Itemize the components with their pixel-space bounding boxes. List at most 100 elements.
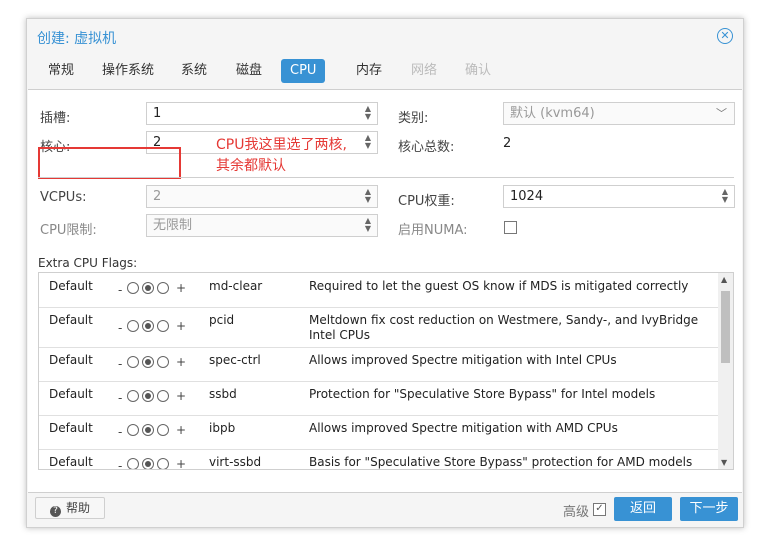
dialog-titlebar: 创建: 虚拟机 ✕ bbox=[27, 19, 743, 55]
chevron-down-icon[interactable]: ﹀ bbox=[716, 103, 727, 124]
flag-description: Required to let the guest OS know if MDS… bbox=[309, 279, 689, 293]
minus-label: - bbox=[118, 321, 123, 335]
sockets-value: 1 bbox=[153, 106, 162, 121]
radio-off[interactable] bbox=[127, 282, 139, 294]
help-label: 帮助 bbox=[65, 501, 90, 515]
flag-default: Default bbox=[49, 387, 93, 401]
radio-default[interactable] bbox=[142, 458, 154, 469]
scroll-down-icon[interactable]: ▼ bbox=[721, 458, 727, 467]
tab-confirm: 确认 bbox=[465, 63, 492, 78]
tab-memory[interactable]: 内存 bbox=[347, 59, 391, 83]
flag-name: spec-ctrl bbox=[209, 353, 261, 367]
close-icon[interactable]: ✕ bbox=[717, 28, 733, 44]
cpu-panel: 插槽: 1 ▲ ▼ 类别: 默认 (kvm64) ﹀ 核心: 2 ▲ ▼ 核心总数:… bbox=[28, 89, 742, 493]
cpu-limit-value: 无限制 bbox=[153, 218, 193, 233]
flag-state-selector[interactable]: - + bbox=[118, 319, 198, 335]
table-row: Default - + virt-ssbd Basis for "Specula… bbox=[39, 449, 719, 470]
tab-disk[interactable]: 磁盘 bbox=[227, 59, 271, 83]
dialog-footer: ? 帮助 高级 ✓ 返回 下一步 bbox=[27, 493, 743, 527]
flag-state-selector[interactable]: - + bbox=[118, 389, 198, 405]
radio-default[interactable] bbox=[142, 356, 154, 368]
section-divider bbox=[38, 177, 734, 178]
grid-scrollbar[interactable]: ▲ ▼ bbox=[718, 273, 733, 469]
radio-default[interactable] bbox=[142, 424, 154, 436]
table-row: Default - + ibpb Allows improved Spectre… bbox=[39, 415, 719, 450]
question-icon: ? bbox=[49, 506, 61, 517]
plus-label: + bbox=[176, 281, 187, 295]
radio-on[interactable] bbox=[157, 390, 169, 402]
type-combobox[interactable]: 默认 (kvm64) ﹀ bbox=[503, 102, 735, 125]
annotation-line-1: CPU我这里选了两核, bbox=[216, 137, 347, 153]
flag-default: Default bbox=[49, 279, 93, 293]
flag-name: pcid bbox=[209, 313, 235, 327]
flag-default: Default bbox=[49, 421, 93, 435]
create-vm-dialog: 创建: 虚拟机 ✕ 常规 操作系统 系统 磁盘 CPU 内存 网络 确认 插槽:… bbox=[26, 18, 744, 528]
cpu-limit-spinner[interactable]: 无限制 ▲ ▼ bbox=[146, 214, 378, 237]
spinner-arrows-icon[interactable]: ▲ ▼ bbox=[363, 188, 373, 205]
plus-label: + bbox=[176, 319, 187, 333]
tab-os[interactable]: 操作系统 bbox=[93, 59, 163, 83]
spinner-arrows-icon[interactable]: ▲ ▼ bbox=[363, 105, 373, 122]
cpu-flags-grid: Default - + md-clear Required to let the… bbox=[38, 272, 734, 470]
radio-on[interactable] bbox=[157, 282, 169, 294]
flag-state-selector[interactable]: - + bbox=[118, 457, 198, 470]
radio-on[interactable] bbox=[157, 458, 169, 469]
cpu-units-spinner[interactable]: 1024 ▲ ▼ bbox=[503, 185, 735, 208]
radio-off[interactable] bbox=[127, 458, 139, 469]
table-row: Default - + pcid Meltdown fix cost reduc… bbox=[39, 307, 719, 348]
flag-name: ssbd bbox=[209, 387, 237, 401]
type-label: 类别: bbox=[398, 111, 429, 126]
scrollbar-thumb[interactable] bbox=[721, 291, 730, 363]
radio-off[interactable] bbox=[127, 390, 139, 402]
flag-state-selector[interactable]: - + bbox=[118, 355, 198, 371]
radio-on[interactable] bbox=[157, 320, 169, 332]
tab-cpu[interactable]: CPU bbox=[281, 59, 326, 83]
flag-description: Basis for "Speculative Store Bypass" pro… bbox=[309, 455, 693, 469]
minus-label: - bbox=[118, 391, 123, 405]
vcpus-spinner[interactable]: 2 ▲ ▼ bbox=[146, 185, 378, 208]
spinner-arrows-icon[interactable]: ▲ ▼ bbox=[720, 188, 730, 205]
flag-default: Default bbox=[49, 455, 93, 469]
table-row: Default - + md-clear Required to let the… bbox=[39, 273, 719, 308]
radio-off[interactable] bbox=[127, 424, 139, 436]
radio-default[interactable] bbox=[142, 390, 154, 402]
tab-system[interactable]: 系统 bbox=[172, 59, 216, 83]
plus-label: + bbox=[176, 423, 187, 437]
cpu-limit-label: CPU限制: bbox=[40, 223, 97, 238]
total-cores-label: 核心总数: bbox=[398, 140, 455, 155]
table-row: Default - + ssbd Protection for "Specula… bbox=[39, 381, 719, 416]
advanced-checkbox[interactable]: ✓ bbox=[593, 503, 606, 516]
flag-name: ibpb bbox=[209, 421, 236, 435]
flag-default: Default bbox=[49, 353, 93, 367]
flag-description: Allows improved Spectre mitigation with … bbox=[309, 421, 618, 435]
radio-off[interactable] bbox=[127, 356, 139, 368]
flag-state-selector[interactable]: - + bbox=[118, 281, 198, 297]
flag-state-selector[interactable]: - + bbox=[118, 423, 198, 439]
radio-default[interactable] bbox=[142, 320, 154, 332]
flag-description: Meltdown fix cost reduction on Westmere,… bbox=[309, 313, 699, 342]
type-value: 默认 (kvm64) bbox=[510, 106, 595, 121]
radio-off[interactable] bbox=[127, 320, 139, 332]
radio-default[interactable] bbox=[142, 282, 154, 294]
spinner-arrows-icon[interactable]: ▲ ▼ bbox=[363, 134, 373, 151]
numa-checkbox[interactable] bbox=[504, 221, 517, 234]
radio-on[interactable] bbox=[157, 356, 169, 368]
sockets-label: 插槽: bbox=[40, 111, 71, 126]
flag-name: virt-ssbd bbox=[209, 455, 262, 469]
next-button[interactable]: 下一步 bbox=[680, 497, 738, 521]
help-button[interactable]: ? 帮助 bbox=[35, 497, 105, 519]
total-cores-value: 2 bbox=[503, 136, 512, 151]
back-button[interactable]: 返回 bbox=[614, 497, 672, 521]
scroll-up-icon[interactable]: ▲ bbox=[721, 275, 727, 284]
tab-general[interactable]: 常规 bbox=[39, 59, 83, 83]
advanced-label: 高级 bbox=[563, 505, 590, 520]
minus-label: - bbox=[118, 425, 123, 439]
minus-label: - bbox=[118, 357, 123, 371]
extra-cpu-flags-label: Extra CPU Flags: bbox=[38, 256, 138, 270]
cpu-units-value: 1024 bbox=[510, 189, 544, 204]
spinner-arrows-icon[interactable]: ▲ ▼ bbox=[363, 217, 373, 234]
plus-label: + bbox=[176, 457, 187, 470]
sockets-spinner[interactable]: 1 ▲ ▼ bbox=[146, 102, 378, 125]
plus-label: + bbox=[176, 389, 187, 403]
radio-on[interactable] bbox=[157, 424, 169, 436]
